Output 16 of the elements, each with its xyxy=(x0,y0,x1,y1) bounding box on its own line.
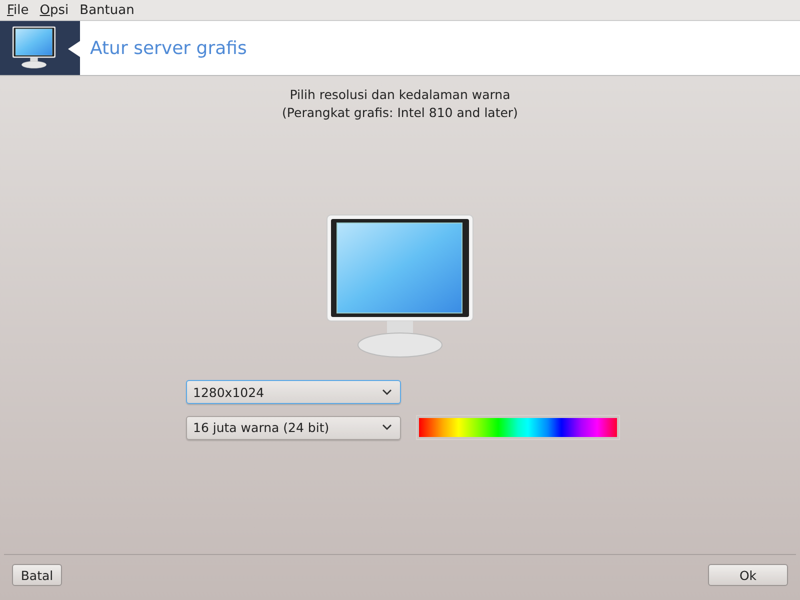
ok-button[interactable]: Ok xyxy=(708,564,788,586)
menu-item[interactable]: File xyxy=(4,2,37,18)
color-depth-dropdown[interactable]: 16 juta warna (24 bit) xyxy=(186,416,401,440)
dropdown-value: 1280x1024 xyxy=(193,384,264,400)
menu-item[interactable]: Bantuan xyxy=(76,2,142,18)
dropdown-value: 16 juta warna (24 bit) xyxy=(193,420,330,435)
instruction-text: Pilih resolusi dan kedalaman warna xyxy=(290,87,510,102)
chevron-icon xyxy=(382,388,392,396)
pointer-notch xyxy=(68,41,80,57)
menu-item[interactable]: Opsi xyxy=(36,2,77,18)
chevron-icon xyxy=(382,424,392,431)
page-title: Atur server grafis xyxy=(90,38,247,58)
resolution-dropdown[interactable]: 1280x1024 xyxy=(186,380,401,404)
instruction-text: (Perangkat grafis: Intel 810 and later) xyxy=(282,105,518,120)
cancel-button[interactable]: Batal xyxy=(12,564,62,586)
monitor-icon xyxy=(12,26,56,70)
